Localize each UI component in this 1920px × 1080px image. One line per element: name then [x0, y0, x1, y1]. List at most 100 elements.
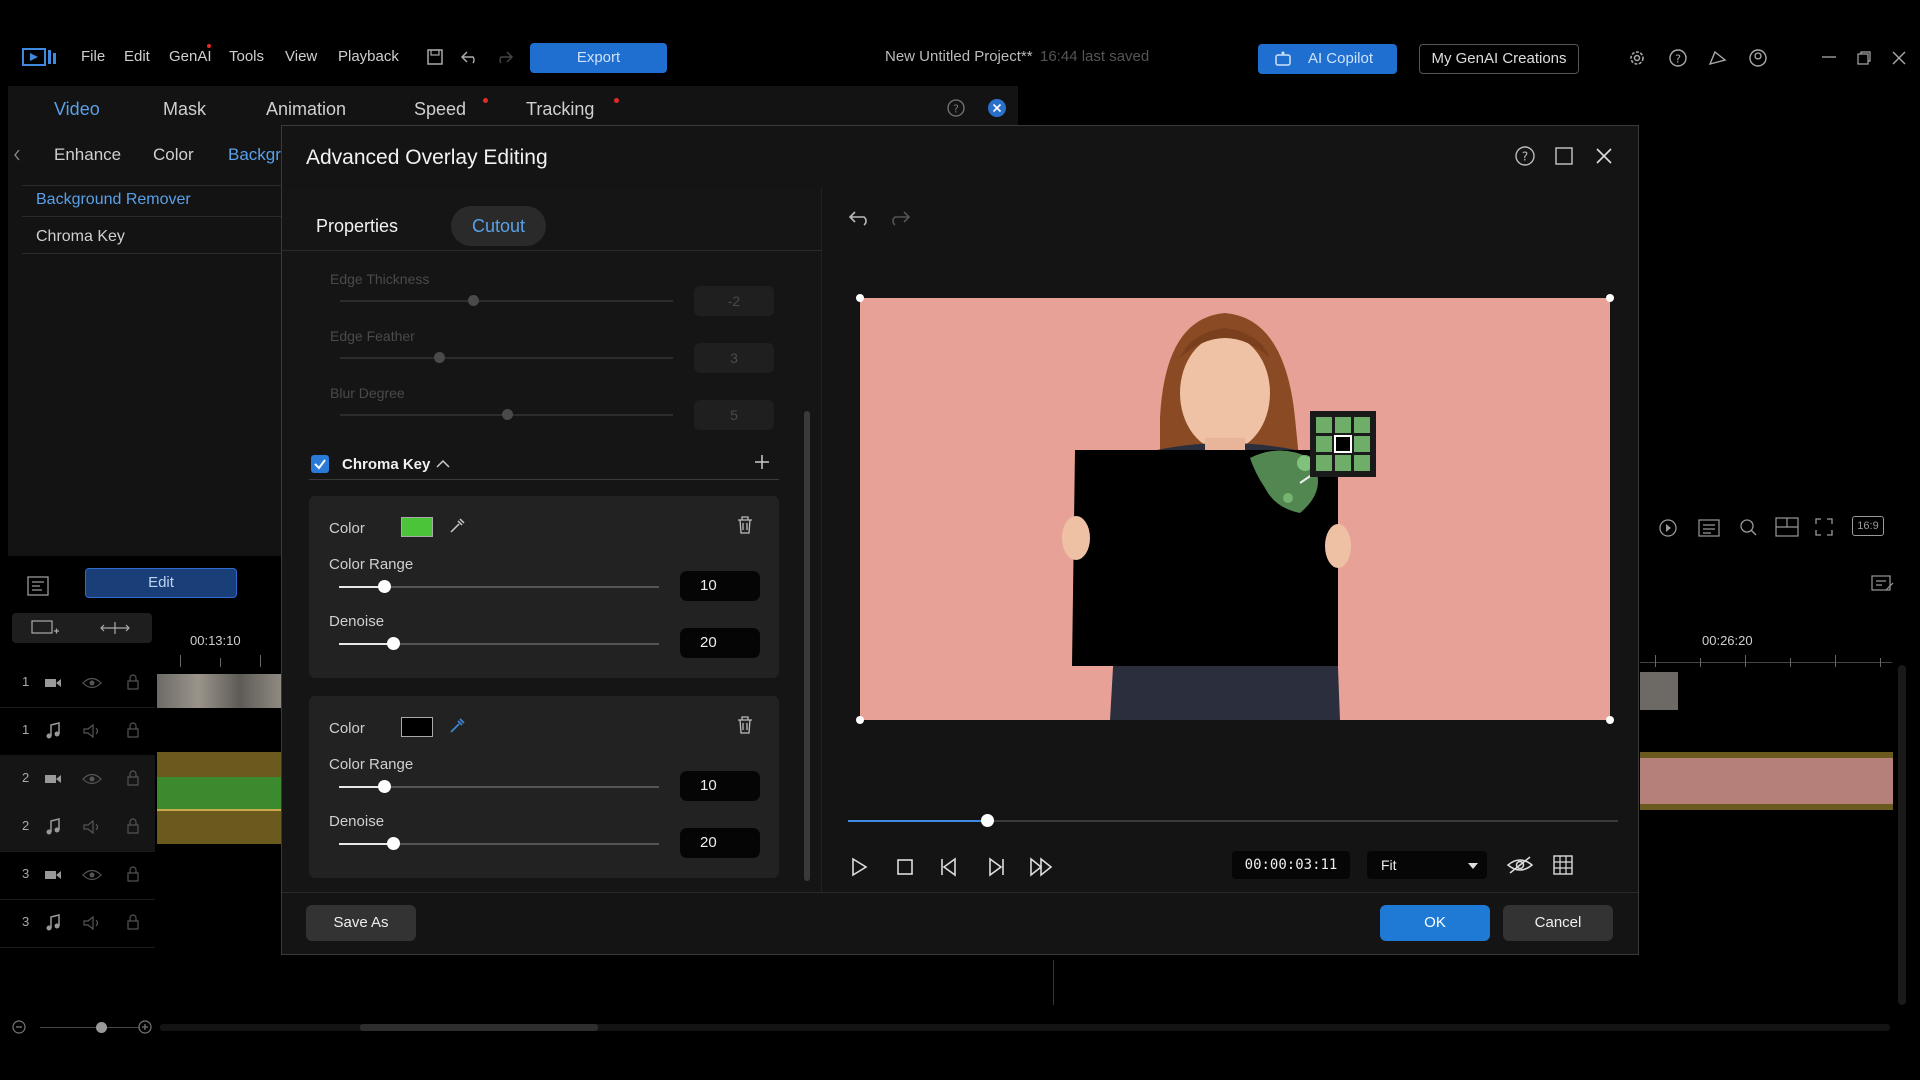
- resize-handle[interactable]: [1606, 294, 1614, 302]
- resize-handle[interactable]: [856, 716, 864, 724]
- restore-icon[interactable]: [1856, 50, 1872, 66]
- timeline-edit-icon[interactable]: [1870, 572, 1896, 596]
- dialog-help-icon[interactable]: ?: [1514, 145, 1536, 167]
- account-icon[interactable]: [1748, 48, 1768, 68]
- dialog-close-icon[interactable]: [1594, 146, 1614, 166]
- aspect-ratio-toggle[interactable]: 16:9: [1852, 516, 1884, 536]
- snapshot-icon[interactable]: [1656, 518, 1680, 538]
- video-clip[interactable]: [1640, 672, 1678, 710]
- play-icon[interactable]: [848, 856, 870, 878]
- panel-scrollbar[interactable]: [804, 411, 810, 881]
- subtab-background[interactable]: Backgr: [228, 145, 281, 165]
- overlay-clip[interactable]: [157, 752, 281, 844]
- eye-icon[interactable]: [82, 772, 102, 786]
- zoom-slider[interactable]: [40, 1027, 140, 1028]
- chroma-key-checkbox[interactable]: [311, 455, 329, 473]
- tab-properties[interactable]: Properties: [316, 206, 398, 246]
- slider-knob[interactable]: [378, 580, 391, 593]
- color-range-slider[interactable]: [339, 580, 659, 593]
- speaker-icon[interactable]: [82, 819, 102, 835]
- export-button[interactable]: Export: [530, 43, 667, 73]
- resize-handle[interactable]: [1606, 716, 1614, 724]
- lock-icon[interactable]: [126, 914, 140, 930]
- subtab-color[interactable]: Color: [153, 145, 194, 165]
- side-item-background-remover[interactable]: Background Remover: [36, 191, 191, 209]
- chevron-left-icon[interactable]: [12, 148, 22, 162]
- stop-icon[interactable]: [894, 856, 916, 878]
- lock-icon[interactable]: [126, 674, 140, 690]
- lock-icon[interactable]: [126, 770, 140, 786]
- list-icon[interactable]: [1697, 518, 1721, 538]
- tab-animation[interactable]: Animation: [266, 99, 346, 120]
- previous-frame-icon[interactable]: [938, 856, 962, 878]
- notification-icon[interactable]: [1707, 48, 1729, 68]
- color-swatch[interactable]: [401, 517, 433, 537]
- timecode-display[interactable]: 00:00:03:11: [1232, 851, 1350, 879]
- save-as-button[interactable]: Save As: [306, 905, 416, 941]
- menu-tools[interactable]: Tools: [229, 48, 264, 65]
- fullscreen-icon[interactable]: [1813, 516, 1835, 538]
- slider-knob[interactable]: [387, 837, 400, 850]
- speaker-icon[interactable]: [82, 723, 102, 739]
- zoom-out-icon[interactable]: [12, 1020, 26, 1034]
- settings-gear-icon[interactable]: [1627, 48, 1647, 68]
- preview-undo-icon[interactable]: [847, 208, 873, 228]
- edit-button[interactable]: Edit: [85, 568, 237, 598]
- maximize-icon[interactable]: [1554, 146, 1574, 166]
- denoise-slider[interactable]: [339, 637, 659, 650]
- lock-icon[interactable]: [126, 818, 140, 834]
- trash-icon[interactable]: [736, 715, 754, 735]
- subtab-enhance[interactable]: Enhance: [54, 145, 121, 165]
- preview-redo-icon[interactable]: [886, 208, 912, 228]
- menu-edit[interactable]: Edit: [124, 48, 150, 65]
- timeline-settings-icon[interactable]: [26, 575, 50, 597]
- panel-help-icon[interactable]: ?: [946, 98, 966, 118]
- ai-copilot-button[interactable]: AI Copilot: [1258, 44, 1397, 74]
- undo-icon[interactable]: [460, 48, 480, 66]
- denoise-value[interactable]: 20: [680, 828, 760, 858]
- eye-icon[interactable]: [82, 868, 102, 882]
- zoom-fit-dropdown[interactable]: Fit: [1367, 851, 1487, 879]
- add-key-icon[interactable]: [753, 453, 771, 471]
- redo-icon[interactable]: [494, 48, 514, 66]
- fast-forward-icon[interactable]: [1028, 856, 1056, 878]
- zoom-in-icon[interactable]: [138, 1020, 152, 1034]
- chevron-up-icon[interactable]: [435, 458, 451, 470]
- panel-close-icon[interactable]: [987, 98, 1007, 118]
- color-swatch[interactable]: [401, 717, 433, 737]
- hide-preview-icon[interactable]: [1506, 854, 1534, 876]
- help-icon[interactable]: ?: [1668, 48, 1688, 68]
- denoise-value[interactable]: 20: [680, 628, 760, 658]
- eyedropper-icon[interactable]: [447, 716, 467, 736]
- speaker-icon[interactable]: [82, 915, 102, 931]
- menu-view[interactable]: View: [285, 48, 317, 65]
- color-range-value[interactable]: 10: [680, 771, 760, 801]
- video-clip[interactable]: [157, 674, 281, 708]
- color-range-slider[interactable]: [339, 780, 659, 793]
- minimize-icon[interactable]: [1821, 52, 1837, 62]
- cancel-button[interactable]: Cancel: [1503, 905, 1613, 941]
- resize-handle[interactable]: [856, 294, 864, 302]
- eye-icon[interactable]: [82, 676, 102, 690]
- menu-genai[interactable]: GenAI: [169, 48, 212, 65]
- tab-speed[interactable]: Speed: [414, 99, 466, 120]
- zoom-slider-knob[interactable]: [96, 1022, 107, 1033]
- trash-icon[interactable]: [736, 515, 754, 535]
- tab-video[interactable]: Video: [54, 99, 100, 120]
- add-track-icon[interactable]: [30, 619, 60, 637]
- menu-playback[interactable]: Playback: [338, 48, 399, 65]
- denoise-slider[interactable]: [339, 837, 659, 850]
- ok-button[interactable]: OK: [1380, 905, 1490, 941]
- lock-icon[interactable]: [126, 866, 140, 882]
- color-range-value[interactable]: 10: [680, 571, 760, 601]
- layout-icon[interactable]: [1774, 516, 1800, 538]
- slider-knob[interactable]: [387, 637, 400, 650]
- my-genai-creations-button[interactable]: My GenAI Creations: [1419, 44, 1579, 74]
- lock-icon[interactable]: [126, 722, 140, 738]
- tab-mask[interactable]: Mask: [163, 99, 206, 120]
- menu-file[interactable]: File: [81, 48, 105, 65]
- playhead-knob[interactable]: [981, 814, 994, 827]
- close-window-icon[interactable]: [1891, 50, 1907, 66]
- save-icon[interactable]: [426, 48, 444, 66]
- grid-icon[interactable]: [1552, 854, 1574, 876]
